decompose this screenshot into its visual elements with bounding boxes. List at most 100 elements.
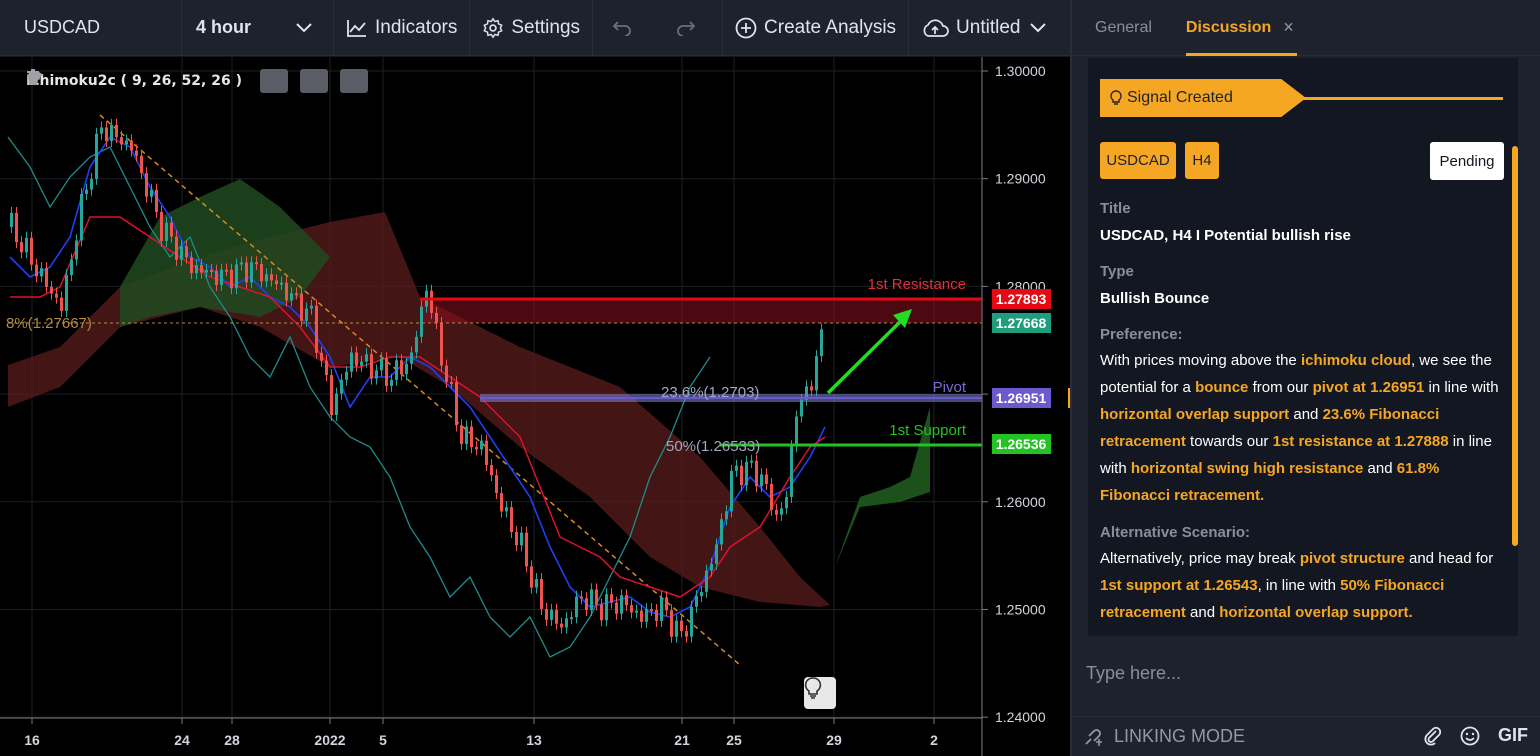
- highlighted-term: ichimoku cloud: [1300, 352, 1411, 369]
- candle-body: [685, 631, 688, 637]
- message-input[interactable]: [1086, 654, 1526, 692]
- fib-618-label: 8%(1.27667): [6, 315, 92, 332]
- candle-body: [820, 329, 823, 357]
- candle-body: [790, 446, 793, 498]
- linking-mode-label: LINKING MODE: [1114, 726, 1246, 746]
- candle-body: [35, 264, 38, 277]
- text-segment: and head for: [1404, 550, 1494, 567]
- candle-body: [105, 127, 108, 142]
- indicator-settings-button[interactable]: [27, 69, 328, 93]
- candle-body: [575, 596, 578, 618]
- chart-canvas[interactable]: 1st Resistance Pivot 1st Support 23.6%(1…: [0, 57, 1070, 756]
- create-analysis-button[interactable]: Create Analysis: [723, 0, 910, 56]
- candle-body: [310, 305, 313, 309]
- candle-body: [225, 269, 228, 272]
- candle-body: [560, 623, 563, 628]
- candle-body: [810, 386, 813, 391]
- candle-body: [670, 610, 673, 637]
- candle-body: [375, 370, 378, 379]
- candle-body: [770, 483, 773, 510]
- candle-body: [665, 597, 668, 611]
- chevron-down-icon: [1030, 22, 1047, 32]
- candle-body: [140, 155, 143, 174]
- highlighted-term: 1st support at 1.26543: [1100, 577, 1258, 594]
- undo-button[interactable]: [593, 0, 657, 56]
- candle-body: [800, 399, 803, 417]
- candle-body: [125, 140, 128, 145]
- candle-body: [640, 610, 643, 622]
- interval-selector[interactable]: 4 hour: [182, 0, 334, 56]
- candle-body: [90, 178, 93, 190]
- plus-circle-icon: [735, 17, 757, 38]
- candle-body: [480, 440, 483, 450]
- candle-body: [155, 189, 158, 212]
- time-tick-label: 5: [379, 732, 387, 748]
- candle-body: [775, 509, 778, 515]
- price-chart[interactable]: 1st Resistance Pivot 1st Support 23.6%(1…: [0, 57, 1070, 756]
- scrollbar-thumb[interactable]: [1512, 146, 1518, 546]
- pivot-label: Pivot: [933, 379, 967, 396]
- candle-body: [30, 237, 33, 265]
- candle-body: [45, 268, 48, 287]
- layout-selector[interactable]: Untitled: [909, 0, 1059, 56]
- candle-body: [420, 306, 423, 337]
- candle-body: [20, 242, 23, 253]
- candle-body: [380, 358, 383, 371]
- text-segment: and: [1185, 604, 1220, 621]
- indicator-delete-button[interactable]: [27, 69, 368, 93]
- signal-card: Signal Created USDCAD H4 Pending Title U…: [1088, 58, 1518, 636]
- candle-body: [460, 425, 463, 444]
- candle-body: [510, 507, 513, 532]
- tab-general[interactable]: General: [1072, 0, 1152, 56]
- tab-discussion[interactable]: Discussion: [1152, 0, 1298, 56]
- paperclip-icon[interactable]: [1424, 726, 1442, 746]
- gif-button[interactable]: GIF: [1498, 725, 1528, 746]
- interval-label: 4 hour: [196, 17, 252, 37]
- symbol-selector[interactable]: USDCAD: [0, 0, 182, 56]
- candle-body: [115, 124, 118, 138]
- candle-body: [75, 240, 78, 260]
- indicators-label: Indicators: [375, 16, 458, 38]
- time-axis: 16 24 28 2022 5 13 21 25 29 2: [24, 718, 938, 748]
- linking-mode-toggle[interactable]: LINKING MODE: [1082, 726, 1245, 748]
- candle-body: [130, 140, 133, 151]
- candle-body: [705, 570, 708, 592]
- candle-body: [245, 262, 248, 283]
- line-chart-icon: [347, 19, 366, 37]
- candle-body: [630, 605, 633, 613]
- settings-button[interactable]: Settings: [470, 0, 594, 56]
- candle-body: [295, 293, 298, 296]
- idea-button[interactable]: [804, 677, 836, 709]
- candle-body: [15, 212, 18, 243]
- candle-body: [355, 352, 358, 366]
- candle-body: [385, 358, 388, 386]
- candle-body: [465, 426, 468, 444]
- time-tick-label: 13: [526, 732, 542, 748]
- candle-body: [760, 474, 763, 487]
- highlighted-term: pivot structure: [1299, 550, 1405, 567]
- candle-body: [795, 416, 798, 447]
- candle-body: [715, 544, 718, 564]
- status-badge: Pending: [1430, 142, 1504, 180]
- candle-body: [620, 595, 623, 614]
- highlighted-term: 1st resistance at 1.27888: [1272, 433, 1449, 450]
- visibility-toggle[interactable]: [27, 69, 288, 93]
- candle-body: [580, 596, 583, 599]
- indicators-button[interactable]: Indicators: [334, 0, 471, 56]
- candle-body: [450, 381, 453, 384]
- candle-body: [765, 474, 768, 484]
- redo-button[interactable]: [657, 0, 724, 56]
- candle-body: [415, 336, 418, 353]
- candle-body: [430, 290, 433, 313]
- emoji-icon[interactable]: [1460, 726, 1480, 746]
- chart-toolbar: USDCAD 4 hour Indicators Settings Create…: [0, 0, 1070, 56]
- candle-body: [265, 274, 268, 282]
- candle-body: [440, 323, 443, 366]
- candle-body: [145, 173, 148, 197]
- candle-body: [50, 286, 53, 294]
- candle-body: [215, 270, 218, 285]
- candle-body: [40, 268, 43, 277]
- close-icon[interactable]: ×: [1283, 0, 1294, 56]
- symbol-badge: USDCAD: [1100, 142, 1176, 179]
- candle-body: [235, 264, 238, 289]
